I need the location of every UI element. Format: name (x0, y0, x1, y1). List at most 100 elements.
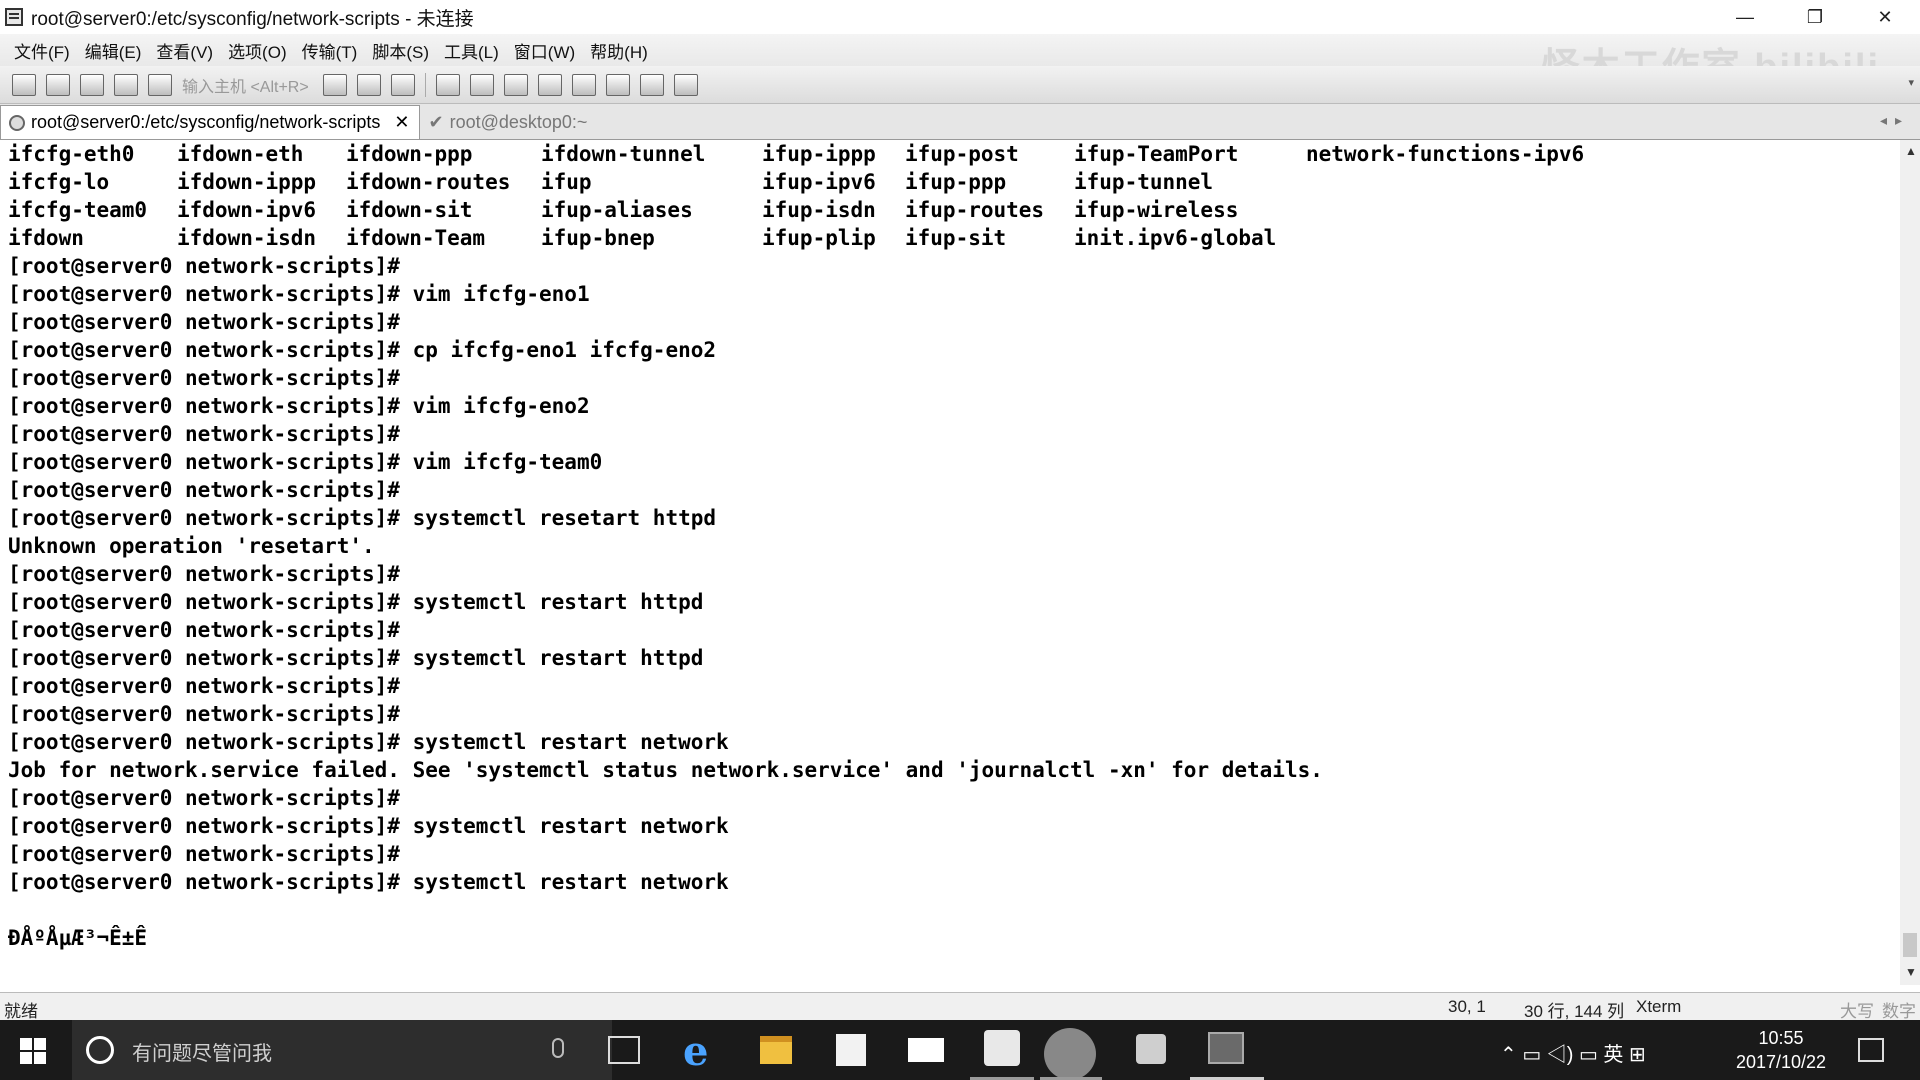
scrollbar-thumb[interactable] (1903, 933, 1917, 957)
status-terminal-type: Xterm (1636, 997, 1682, 1016)
ls-file-entry: ifdown-ppp (346, 142, 473, 166)
ls-file-entry: ifup-plip (762, 226, 876, 250)
paste-icon[interactable] (356, 73, 381, 96)
status-num: 数字 (1882, 1002, 1916, 1021)
search-placeholder: 有问题尽管问我 (132, 1043, 272, 1065)
ls-file-entry: ifup-ippp (762, 142, 876, 166)
key-icon[interactable] (605, 73, 630, 96)
microphone-icon[interactable] (552, 1038, 564, 1058)
terminal-line: [root@server0 network-scripts]# (8, 254, 400, 278)
session-tab-bar: root@server0:/etc/sysconfig/network-scri… (0, 104, 1920, 140)
securecrt-taskbar-icon[interactable] (1208, 1032, 1244, 1064)
status-terminal-size: 30 行, 144 列 (1524, 1002, 1625, 1021)
status-caps: 大写 (1840, 1002, 1874, 1021)
action-center-icon[interactable] (1858, 1038, 1884, 1062)
menu-edit[interactable]: 编辑(E) (85, 38, 142, 63)
menu-tools[interactable]: 工具(L) (444, 38, 499, 63)
terminal-line: [root@server0 network-scripts]# vim ifcf… (8, 394, 590, 418)
ls-file-entry: ifup (541, 170, 592, 194)
clock-time: 10:55 (1758, 1028, 1804, 1048)
menu-window[interactable]: 窗口(W) (514, 38, 575, 63)
terminal-output[interactable]: ifcfg-eth0 ifdown-eth ifdown-ppp ifdown-tun… (0, 140, 1900, 985)
menu-file[interactable]: 文件(F) (14, 38, 70, 63)
wps-writer-icon[interactable] (984, 1030, 1020, 1066)
disconnect-icon[interactable] (148, 73, 172, 96)
terminal-line: [root@server0 network-scripts]# (8, 562, 400, 586)
ls-file-entry: ifup-ppp (905, 170, 1007, 194)
menu-script[interactable]: 脚本(S) (372, 38, 429, 63)
ls-file-entry: ifdown-tunnel (541, 142, 706, 166)
ls-file-entry: ifup-wireless (1074, 198, 1239, 222)
tab-server0[interactable]: root@server0:/etc/sysconfig/network-scri… (0, 105, 421, 139)
windows-taskbar: 有问题尽管问我 e ⌃ ▭ ◁) ▭ 英 ⊞ 10:55 2017/10/22 (0, 1020, 1920, 1080)
connect-icon[interactable] (12, 73, 36, 96)
terminal-line: [root@server0 network-scripts]# (8, 702, 400, 726)
terminal-line: [root@server0 network-scripts]# (8, 842, 400, 866)
menu-view[interactable]: 查看(V) (156, 38, 213, 63)
ls-output-row: ifdown ifdown-isdn ifdown-Team ifup-bnep ifu… (0, 224, 1900, 252)
ls-file-entry: ifdown (8, 226, 84, 250)
virtualbox-icon[interactable] (1136, 1034, 1166, 1064)
print-icon[interactable] (503, 73, 528, 96)
help-icon[interactable] (639, 73, 664, 96)
keymap-icon[interactable] (673, 73, 698, 96)
tab-close-icon[interactable]: ✕ (394, 112, 409, 133)
store-icon[interactable] (836, 1034, 866, 1066)
copy-icon[interactable] (322, 73, 347, 96)
ls-file-entry: ifup-aliases (541, 198, 693, 222)
print-setup-icon[interactable] (435, 73, 460, 96)
settings-icon[interactable] (571, 73, 596, 96)
print-selection-icon[interactable] (469, 73, 494, 96)
quick-connect-icon[interactable] (46, 73, 70, 96)
terminal-scrollbar[interactable]: ▲ ▼ (1900, 140, 1920, 985)
tab-desktop0[interactable]: ✔ root@desktop0:~ (420, 105, 597, 139)
window-controls: — ❐ ✕ (1710, 0, 1920, 34)
securecrt-app-icon[interactable] (5, 8, 23, 26)
cortana-icon[interactable] (86, 1036, 114, 1064)
mail-icon[interactable] (908, 1038, 944, 1062)
close-window-button[interactable]: ✕ (1850, 0, 1920, 34)
connect-in-tab-icon[interactable] (80, 73, 104, 96)
app-icon[interactable] (1044, 1028, 1096, 1080)
edge-browser-icon[interactable]: e (683, 1028, 708, 1075)
sftp-icon[interactable] (537, 73, 562, 96)
scroll-up-icon[interactable]: ▲ (1905, 144, 1917, 158)
system-tray[interactable]: ⌃ ▭ ◁) ▭ 英 ⊞ (1500, 1038, 1646, 1067)
ls-file-entry: ifdown-sit (346, 198, 473, 222)
tab-scroll-arrows-icon[interactable]: ◂▸ (1880, 112, 1910, 129)
ls-file-entry: network-functions-ipv6 (1306, 142, 1585, 166)
windows-start-icon[interactable] (20, 1038, 46, 1064)
menu-transfer[interactable]: 传输(T) (302, 38, 358, 63)
terminal-line: [root@server0 network-scripts]# systemct… (8, 870, 729, 894)
terminal-line: ÐÅºÅµÆ³¬Ê±Ê (8, 926, 148, 950)
menu-help[interactable]: 帮助(H) (590, 38, 648, 63)
terminal-line: [root@server0 network-scripts]# systemct… (8, 646, 704, 670)
ls-file-entry: ifup-post (905, 142, 1019, 166)
file-explorer-icon[interactable] (760, 1036, 792, 1064)
ls-file-entry: ifcfg-team0 (8, 198, 148, 222)
ls-file-entry: ifup-ipv6 (762, 170, 876, 194)
ls-output-row: ifcfg-team0 ifdown-ipv6 ifdown-sit ifup-ali… (0, 196, 1900, 224)
clock[interactable]: 10:55 2017/10/22 (1718, 1026, 1844, 1074)
minimize-button[interactable]: — (1710, 0, 1780, 34)
title-bar: root@server0:/etc/sysconfig/network-scri… (0, 0, 1920, 34)
reconnect-icon[interactable] (114, 73, 138, 96)
terminal-line: [root@server0 network-scripts]# (8, 478, 400, 502)
terminal-line: [root@server0 network-scripts]# (8, 786, 400, 810)
terminal-line: [root@server0 network-scripts]# cp ifcfg… (8, 338, 717, 362)
scroll-down-icon[interactable]: ▼ (1905, 965, 1917, 979)
task-view-icon[interactable] (608, 1036, 640, 1064)
toolbar-overflow-icon[interactable]: ▾ (1908, 76, 1914, 89)
tab-label: root@desktop0:~ (449, 111, 588, 132)
ls-file-entry: ifcfg-eth0 (8, 142, 135, 166)
restore-button[interactable]: ❐ (1780, 0, 1850, 34)
ls-file-entry: ifdown-eth (177, 142, 304, 166)
tab-label: root@server0:/etc/sysconfig/network-scri… (31, 112, 381, 132)
clock-date: 2017/10/22 (1735, 1052, 1827, 1072)
host-input[interactable]: 输入主机 <Alt+R> (182, 73, 309, 97)
cortana-search-box[interactable]: 有问题尽管问我 (72, 1020, 612, 1080)
menu-options[interactable]: 选项(O) (228, 38, 287, 63)
find-icon[interactable] (390, 73, 415, 96)
ls-file-entry: ifup-isdn (762, 198, 876, 222)
